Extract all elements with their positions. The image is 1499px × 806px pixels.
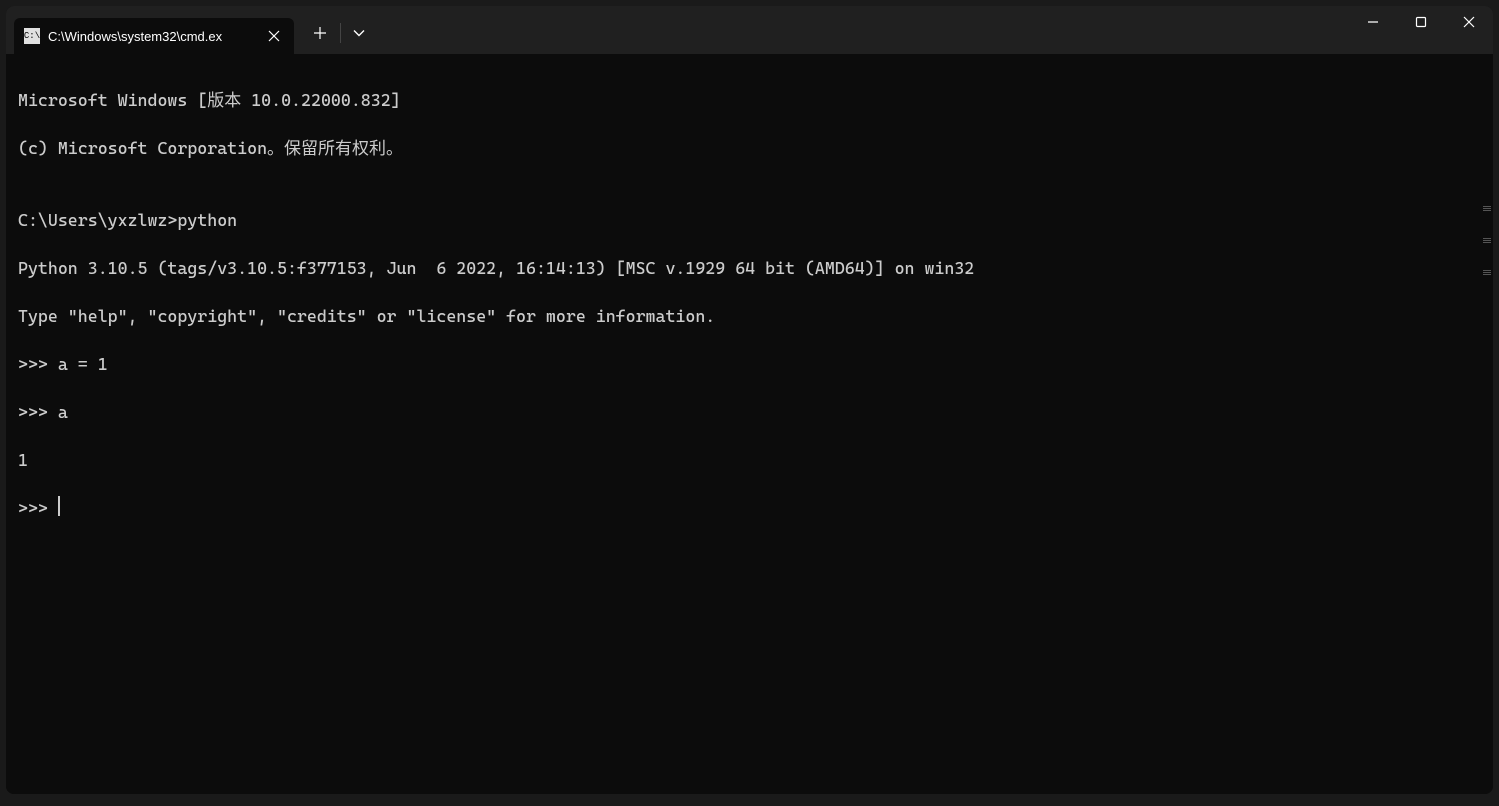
- new-tab-button[interactable]: [302, 17, 338, 49]
- terminal-line: Python 3.10.5 (tags/v3.10.5:f377153, Jun…: [18, 256, 1481, 280]
- titlebar-actions: [302, 17, 375, 49]
- terminal-line: >>> a: [18, 400, 1481, 424]
- plus-icon: [314, 27, 326, 39]
- divider: [340, 23, 341, 43]
- close-icon: [268, 30, 280, 42]
- terminal-content[interactable]: Microsoft Windows [版本 10.0.22000.832] (c…: [6, 54, 1493, 794]
- terminal-line: Microsoft Windows [版本 10.0.22000.832]: [18, 88, 1481, 112]
- tab-title: C:\Windows\system32\cmd.ex: [48, 29, 258, 44]
- minimize-icon: [1367, 16, 1379, 28]
- titlebar: C:\ C:\Windows\system32\cmd.ex: [6, 6, 1493, 54]
- tab-dropdown-button[interactable]: [343, 17, 375, 49]
- cmd-icon: C:\: [24, 28, 40, 44]
- scroll-handle[interactable]: [1483, 270, 1491, 282]
- terminal-prompt-line: >>>: [18, 496, 1481, 520]
- window-controls: [1349, 6, 1493, 54]
- tab-cmd[interactable]: C:\ C:\Windows\system32\cmd.ex: [14, 18, 294, 54]
- prompt: >>>: [18, 498, 58, 518]
- chevron-down-icon: [353, 29, 365, 37]
- terminal-line: Type "help", "copyright", "credits" or "…: [18, 304, 1481, 328]
- scroll-handle[interactable]: [1483, 238, 1491, 250]
- window-close-button[interactable]: [1445, 6, 1493, 38]
- minimize-button[interactable]: [1349, 6, 1397, 38]
- maximize-icon: [1415, 16, 1427, 28]
- terminal-line: (c) Microsoft Corporation。保留所有权利。: [18, 136, 1481, 160]
- terminal-window: C:\ C:\Windows\system32\cmd.ex: [6, 6, 1493, 794]
- maximize-button[interactable]: [1397, 6, 1445, 38]
- close-icon: [1463, 16, 1475, 28]
- terminal-line: C:\Users\yxzlwz>python: [18, 208, 1481, 232]
- tab-close-button[interactable]: [264, 26, 284, 46]
- cursor: [58, 496, 60, 516]
- scroll-handle[interactable]: [1483, 206, 1491, 218]
- terminal-line: >>> a = 1: [18, 352, 1481, 376]
- terminal-line: 1: [18, 448, 1481, 472]
- side-handles: [1483, 206, 1491, 282]
